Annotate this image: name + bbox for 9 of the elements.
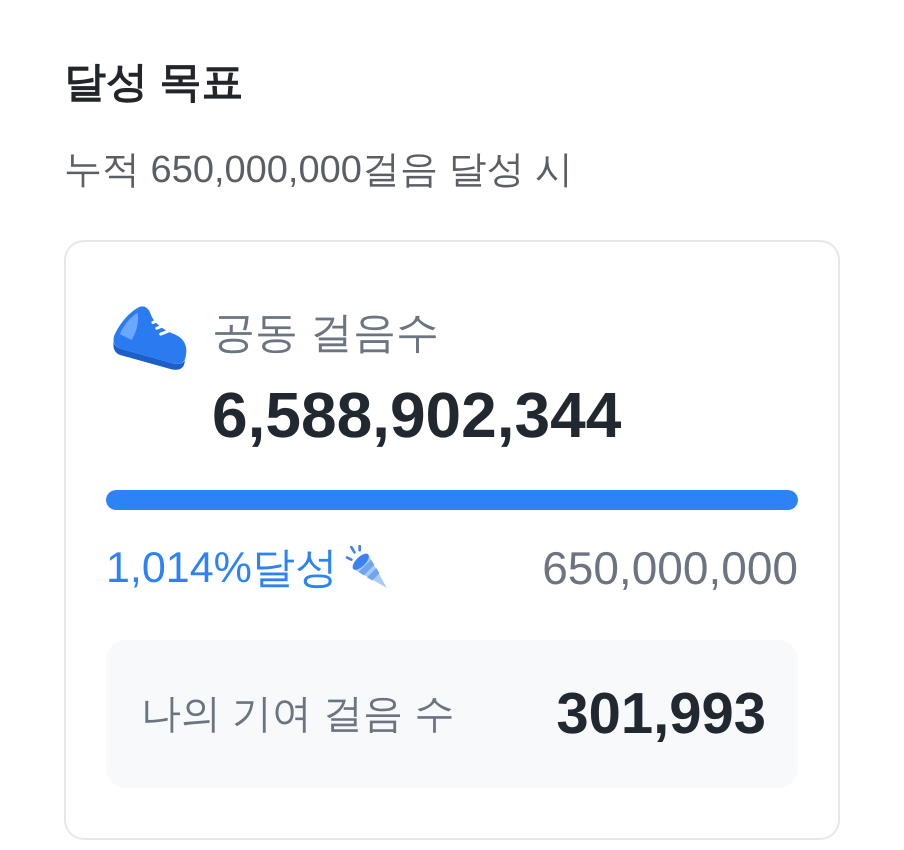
contribution-label: 나의 기여 걸음 수 bbox=[141, 691, 454, 738]
section-title: 달성 목표 bbox=[64, 57, 244, 107]
section-subtitle: 누적 650,000,000걸음 달성 시 bbox=[64, 148, 573, 193]
party-popper-icon bbox=[344, 545, 390, 591]
total-steps-value: 6,588,902,344 bbox=[212, 378, 622, 453]
contribution-value: 301,993 bbox=[556, 680, 766, 748]
achievement-percent: 1,014%달성 bbox=[106, 543, 338, 594]
goal-steps-value: 650,000,000 bbox=[542, 541, 798, 596]
total-steps-label: 공동 걸음수 bbox=[212, 308, 439, 359]
